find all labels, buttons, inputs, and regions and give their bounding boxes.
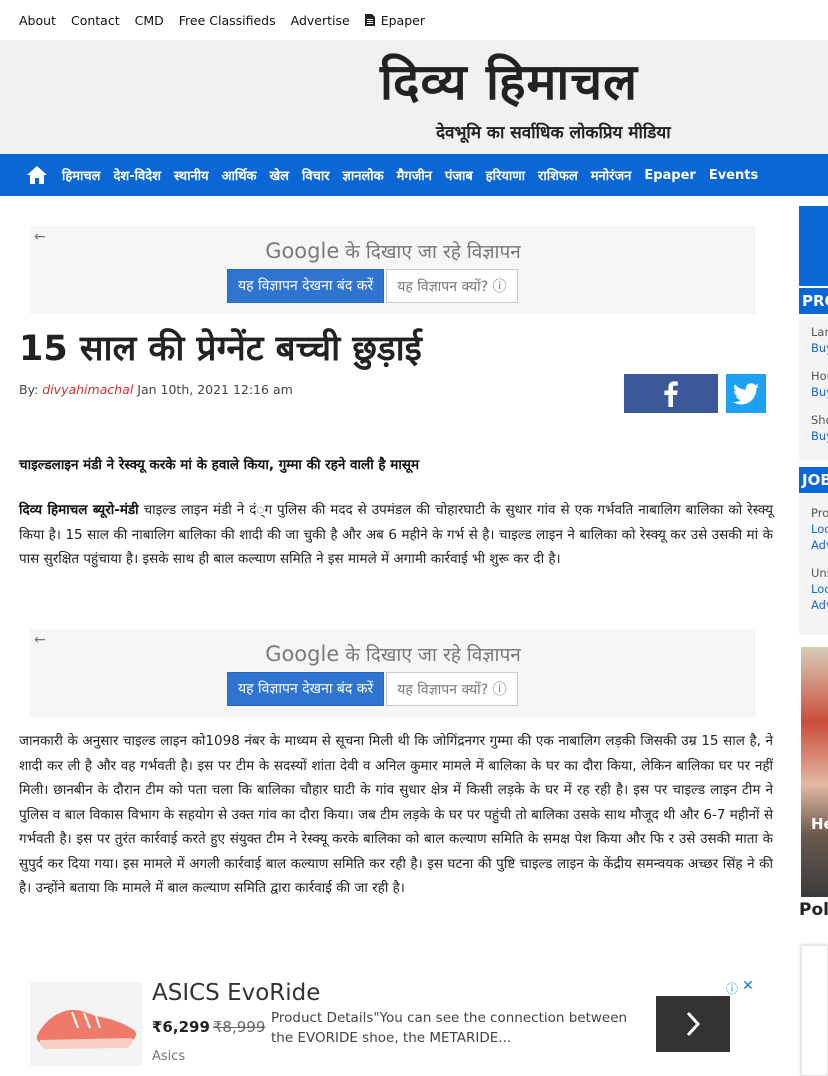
dateline: दिव्य हिमाचल ब्यूरो-मंडी bbox=[19, 502, 139, 518]
ad-current-price: ₹6,299 bbox=[152, 1018, 210, 1036]
nav-item-vichar[interactable]: विचार bbox=[302, 166, 330, 184]
facebook-share-button[interactable] bbox=[624, 374, 718, 413]
publish-date: Jan 10th, 2021 12:16 am bbox=[137, 382, 293, 397]
ad-info-icon[interactable]: ⓘ bbox=[726, 980, 738, 997]
sidebar-poll-box bbox=[801, 945, 828, 1076]
nav-item-haryana[interactable]: हरियाणा bbox=[486, 166, 525, 184]
top-link-advertise[interactable]: Advertise bbox=[291, 13, 350, 28]
article-paragraph-2: जानकारी के अनुसार चाइल्ड लाइन को1098 नंब… bbox=[19, 733, 773, 896]
nav-item-gyanlok[interactable]: ज्ञानलोक bbox=[343, 166, 384, 184]
nav-item-arthik[interactable]: आर्थिक bbox=[222, 166, 257, 184]
job-item-link[interactable]: Adv bbox=[811, 597, 828, 613]
ad-notice: Google के दिखाए जा रहे विज्ञापन bbox=[30, 641, 756, 667]
job-item-label: Pro bbox=[811, 506, 828, 520]
nav-item-manoranjan[interactable]: मनोरंजन bbox=[591, 166, 632, 184]
ad-brand: Asics bbox=[152, 1049, 186, 1064]
job-item-link[interactable]: Loc bbox=[811, 581, 828, 597]
nav-item-events[interactable]: Events bbox=[709, 168, 758, 183]
property-item-label: Sho bbox=[811, 413, 828, 427]
google-logo: Google bbox=[265, 642, 340, 666]
top-link-contact[interactable]: Contact bbox=[71, 13, 120, 28]
why-ad-button[interactable]: यह विज्ञापन क्यों? ⓘ bbox=[386, 672, 518, 706]
sidebar-news-image[interactable] bbox=[801, 647, 828, 897]
article-subhead: चाइल्डलाइन मंडी ने रेस्क्यू करके मां के … bbox=[19, 457, 420, 473]
google-ad-placeholder: ← Google के दिखाए जा रहे विज्ञापन यह विज्… bbox=[30, 226, 756, 314]
info-icon: ⓘ bbox=[492, 279, 507, 295]
ad-next-button[interactable] bbox=[656, 996, 730, 1052]
nav-item-desh-videsh[interactable]: देश-विदेश bbox=[113, 166, 160, 184]
main-nav: हिमाचल देश-विदेश स्थानीय आर्थिक खेल विचा… bbox=[0, 154, 828, 196]
nav-item-magazine[interactable]: मैगजीन bbox=[397, 166, 432, 184]
ad-buttons: यह विज्ञापन देखना बंद करें यह विज्ञापन क… bbox=[227, 269, 518, 303]
ad-shown-by: के दिखाए जा रहे विज्ञापन bbox=[345, 644, 521, 666]
masthead: दिव्य हिमाचल देवभूमि का सर्वाधिक लोकप्रि… bbox=[0, 40, 828, 154]
info-icon: ⓘ bbox=[492, 682, 507, 698]
ad-shown-by: के दिखाए जा रहे विज्ञापन bbox=[345, 241, 521, 263]
sidebar-banner[interactable] bbox=[799, 206, 828, 286]
top-link-epaper[interactable]: Epaper bbox=[364, 12, 440, 28]
site-tagline: देवभूमि का सर्वाधिक लोकप्रिय मीडिया bbox=[436, 123, 671, 143]
twitter-icon bbox=[733, 382, 759, 404]
article-headline: 15 साल की प्रेग्नेंट बच्ची छुड़ाई bbox=[19, 329, 422, 369]
document-icon bbox=[364, 14, 375, 26]
nav-item-himachal[interactable]: हिमाचल bbox=[62, 166, 100, 184]
nav-item-khel[interactable]: खेल bbox=[270, 166, 289, 184]
top-link-cmd[interactable]: CMD bbox=[135, 13, 164, 28]
site-logo[interactable]: दिव्य हिमाचल bbox=[380, 50, 638, 114]
sidebar-image-caption: He bbox=[811, 815, 828, 833]
byline: By: divyahimachal Jan 10th, 2021 12:16 a… bbox=[19, 382, 293, 397]
property-item-label: Hou bbox=[811, 369, 828, 383]
ad-buttons: यह विज्ञापन देखना बंद करें यह विज्ञापन क… bbox=[227, 672, 518, 706]
article-paragraph-1: दिव्य हिमाचल ब्यूरो-मंडी चाइल्ड लाइन मंड… bbox=[19, 498, 773, 572]
property-item-link[interactable]: Buy bbox=[811, 384, 828, 400]
ad-notice: Google के दिखाए जा रहे विज्ञापन bbox=[30, 238, 756, 264]
stop-ad-button[interactable]: यह विज्ञापन देखना बंद करें bbox=[227, 672, 385, 706]
google-logo: Google bbox=[265, 239, 340, 263]
home-icon[interactable] bbox=[26, 165, 48, 185]
ad-old-price: ₹8,999 bbox=[212, 1018, 266, 1036]
job-item-link[interactable]: Adv bbox=[811, 537, 828, 553]
top-links-bar: About Contact CMD Free Classifieds Adver… bbox=[0, 0, 828, 40]
sidebar-jobs-list: Pro Loc Adv Uns Loc Adv bbox=[799, 495, 828, 635]
shopping-ad[interactable]: ASICS EvoRide ₹6,299 ₹8,999 Asics Product… bbox=[28, 978, 758, 1070]
why-ad-label: यह विज्ञापन क्यों? bbox=[397, 682, 489, 698]
why-ad-button[interactable]: यह विज्ञापन क्यों? ⓘ bbox=[386, 269, 518, 303]
chevron-right-icon bbox=[686, 1011, 701, 1037]
ad-description: Product Details"You can see the connecti… bbox=[271, 1010, 628, 1046]
job-item-link[interactable]: Loc bbox=[811, 521, 828, 537]
top-link-free-classifieds[interactable]: Free Classifieds bbox=[179, 13, 276, 28]
shoe-image[interactable] bbox=[30, 982, 142, 1066]
google-ad-placeholder-2: ← Google के दिखाए जा रहे विज्ञापन यह विज्… bbox=[30, 629, 756, 717]
ad-price: ₹6,299 ₹8,999 bbox=[152, 1018, 265, 1036]
sidebar-property-header: PRO bbox=[799, 288, 828, 314]
facebook-icon bbox=[664, 380, 678, 407]
ad-product-title[interactable]: ASICS EvoRide bbox=[152, 980, 320, 1006]
sidebar-poll-header: Poli bbox=[799, 900, 828, 920]
property-item-label: Lar bbox=[811, 325, 828, 339]
by-label: By: bbox=[19, 382, 39, 397]
nav-item-epaper[interactable]: Epaper bbox=[644, 168, 696, 183]
why-ad-label: यह विज्ञापन क्यों? bbox=[397, 279, 489, 295]
property-item-link[interactable]: Buy bbox=[811, 428, 828, 444]
twitter-share-button[interactable] bbox=[726, 374, 766, 413]
property-item-link[interactable]: Buy bbox=[811, 340, 828, 356]
job-item-label: Uns bbox=[811, 566, 828, 580]
sidebar-property-list: Lar Buy Hou Buy Sho Buy bbox=[799, 316, 828, 460]
author-link[interactable]: divyahimachal bbox=[42, 382, 133, 397]
nav-item-punjab[interactable]: पंजाब bbox=[445, 166, 473, 184]
nav-item-rashifal[interactable]: राशिफल bbox=[538, 166, 578, 184]
ad-close-icon[interactable]: ✕ bbox=[742, 978, 754, 994]
stop-ad-button[interactable]: यह विज्ञापन देखना बंद करें bbox=[227, 269, 385, 303]
nav-item-sthaniya[interactable]: स्थानीय bbox=[174, 166, 209, 184]
epaper-label: Epaper bbox=[380, 12, 425, 28]
sidebar-jobs-header: JOB bbox=[799, 467, 828, 493]
top-link-about[interactable]: About bbox=[19, 13, 56, 28]
